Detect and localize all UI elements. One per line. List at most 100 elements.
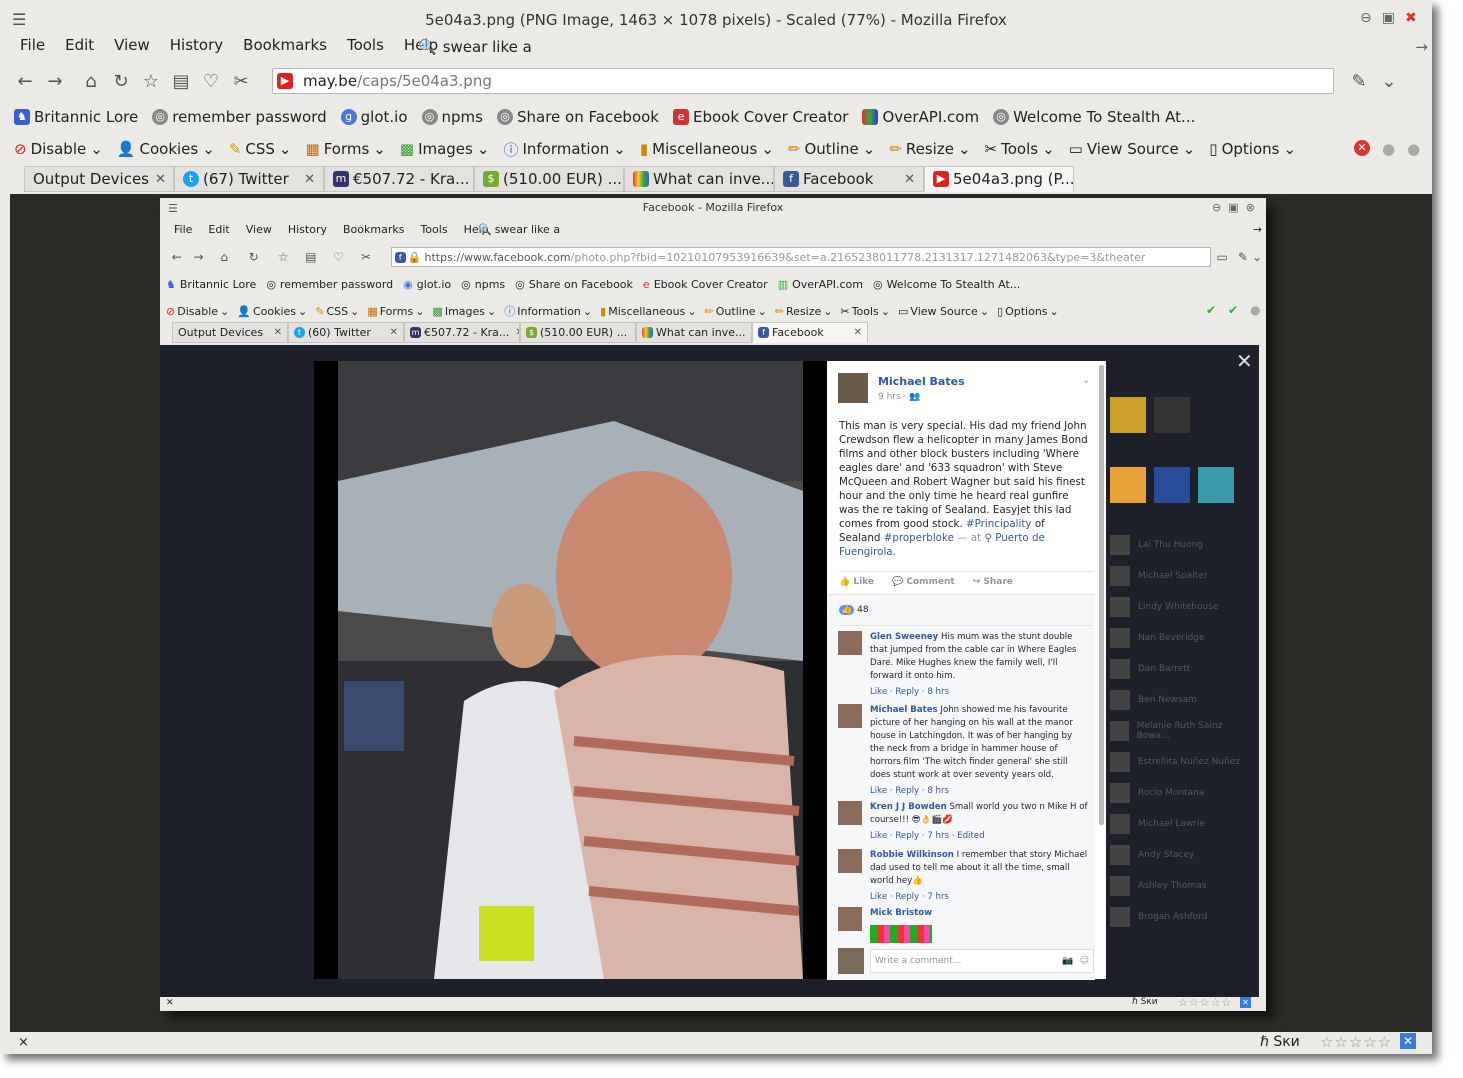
minimize-icon[interactable]: ⊖ bbox=[1212, 201, 1221, 214]
wd-cookies-menu[interactable]: 👤 Cookies ⌄ bbox=[237, 303, 307, 319]
wd-outline-menu[interactable]: ✏ Outline ⌄ bbox=[788, 140, 875, 158]
chat-contact[interactable]: Lai Thu Huong bbox=[1110, 529, 1250, 560]
back-icon[interactable]: ← bbox=[166, 250, 188, 264]
chat-contact[interactable]: Melanie Ruth Sainz Bowa... bbox=[1110, 715, 1250, 746]
home-icon[interactable]: ⌂ bbox=[209, 250, 239, 264]
wd-forms-menu[interactable]: ▦ Forms ⌄ bbox=[306, 140, 386, 158]
bookmark-item[interactable]: ◎ Share on Facebook bbox=[497, 108, 659, 126]
wd-resize-menu[interactable]: ✏ Resize ⌄ bbox=[889, 140, 970, 158]
comment-input[interactable]: Write a comment... 📷 ☺ bbox=[870, 949, 1094, 973]
chat-contact[interactable]: Andy Stacey bbox=[1110, 839, 1250, 870]
close-tab-icon[interactable]: ✕ bbox=[304, 172, 315, 187]
chat-contact[interactable]: Brogan Ashford bbox=[1110, 901, 1250, 932]
maximize-icon[interactable]: ▣ bbox=[1228, 201, 1238, 214]
commenter-name[interactable]: Mick Bristow bbox=[870, 908, 932, 918]
commenter-avatar[interactable] bbox=[838, 704, 862, 728]
extension-icon[interactable]: ✎ bbox=[1344, 66, 1374, 96]
search-go-icon[interactable]: → bbox=[1253, 223, 1262, 236]
menu-tools[interactable]: Tools bbox=[412, 223, 455, 236]
chat-contact[interactable]: Ashley Thomas bbox=[1110, 870, 1250, 901]
bookmark-item[interactable]: ◎ npms bbox=[461, 278, 505, 291]
scissors-icon[interactable]: ✂ bbox=[353, 250, 379, 264]
bookmark-item[interactable]: ◎ remember password bbox=[266, 278, 393, 291]
wd-outline-menu[interactable]: ✏ Outline ⌄ bbox=[705, 303, 767, 319]
chat-contact[interactable]: Lindy Whitehouse bbox=[1110, 591, 1250, 622]
wd-disable-menu[interactable]: ⊘ Disable ⌄ bbox=[14, 140, 103, 158]
chat-contact[interactable]: Rocio Montana bbox=[1110, 777, 1250, 808]
bookmark-star-icon[interactable]: ☆ bbox=[136, 66, 166, 96]
wd-miscellaneous-menu[interactable]: ▮ Miscellaneous ⌄ bbox=[600, 303, 696, 319]
tab-twitter[interactable]: t (67) Twitter ✕ bbox=[174, 166, 324, 192]
bookmark-item[interactable]: ◎ Share on Facebook bbox=[515, 278, 633, 291]
check-icon[interactable]: ✔ bbox=[1206, 303, 1216, 317]
tab-kraken[interactable]: m€507.72 - Kra...✕ bbox=[324, 166, 474, 192]
tab-kraken[interactable]: m€507.72 - Kra...✕ bbox=[404, 322, 520, 343]
commenter-name[interactable]: Glen Sweeney bbox=[870, 632, 938, 642]
hamburger-menu-icon[interactable]: ☰ bbox=[168, 202, 178, 215]
wd-images-menu[interactable]: ▩ Images ⌄ bbox=[432, 303, 496, 319]
close-tab-icon[interactable]: ✕ bbox=[274, 327, 282, 338]
emoji-icon[interactable]: ☺ bbox=[1080, 956, 1089, 966]
menu-edit[interactable]: Edit bbox=[55, 36, 104, 54]
menu-view[interactable]: View bbox=[238, 223, 280, 236]
status-dot-icon[interactable]: ● bbox=[1407, 140, 1420, 158]
hashtag-link[interactable]: #Principality bbox=[966, 518, 1032, 530]
menu-file[interactable]: File bbox=[166, 223, 200, 236]
tab-eur[interactable]: $(510.00 EUR) ...✕ bbox=[520, 322, 636, 343]
bookmark-item[interactable]: ◎ remember password bbox=[152, 108, 327, 126]
extension-icon[interactable]: ✎ bbox=[1238, 250, 1248, 264]
menu-tools[interactable]: Tools bbox=[337, 36, 394, 54]
menu-view[interactable]: View bbox=[104, 36, 160, 54]
bookmark-item[interactable]: OverAPI.com bbox=[862, 108, 979, 126]
wd-images-menu[interactable]: ▩ Images ⌄ bbox=[400, 140, 490, 158]
rating-stars[interactable]: ☆☆☆☆☆ bbox=[1178, 996, 1232, 1009]
reload-icon[interactable]: ↻ bbox=[239, 250, 269, 264]
url-bar[interactable]: ▶ may.be/caps/5e04a3.png bbox=[272, 68, 1334, 94]
menu-file[interactable]: File bbox=[10, 36, 55, 54]
wd-disable-menu[interactable]: ⊘ Disable ⌄ bbox=[166, 303, 229, 319]
wd-information-menu[interactable]: ⓘ Information ⌄ bbox=[504, 303, 592, 319]
status-close-icon[interactable]: ✕ bbox=[166, 998, 174, 1008]
commenter-name[interactable]: Kren J J Bowden bbox=[870, 802, 947, 812]
menu-bookmarks[interactable]: Bookmarks bbox=[335, 223, 412, 236]
comment-meta[interactable]: Like · Reply · 8 hrs bbox=[870, 785, 1088, 798]
close-tab-icon[interactable]: ✕ bbox=[390, 327, 398, 338]
wd-options-menu[interactable]: ▯ Options ⌄ bbox=[1209, 140, 1296, 158]
likes-count[interactable]: 👍 48 bbox=[839, 605, 869, 615]
wd-options-menu[interactable]: ▯ Options ⌄ bbox=[997, 303, 1059, 319]
commenter-avatar[interactable] bbox=[838, 801, 862, 825]
error-icon[interactable]: ✕ bbox=[1354, 140, 1370, 156]
tab-output-devices[interactable]: Output Devices ✕ bbox=[172, 322, 288, 343]
bookmark-item[interactable]: ◎ Welcome To Stealth At... bbox=[873, 278, 1020, 291]
menu-history[interactable]: History bbox=[280, 223, 335, 236]
wd-tools-menu[interactable]: ✂ Tools ⌄ bbox=[985, 140, 1055, 158]
chat-contact[interactable]: Estrellita Nuñez Nuñez bbox=[1110, 746, 1250, 777]
close-tab-icon[interactable]: ✕ bbox=[904, 172, 915, 187]
author-avatar[interactable] bbox=[838, 373, 868, 403]
pocket-icon[interactable]: ♡ bbox=[196, 66, 226, 96]
tab-facebook-active[interactable]: f Facebook ✕ bbox=[752, 322, 868, 343]
close-window-icon[interactable]: ✖ bbox=[1405, 10, 1417, 26]
bookmark-item[interactable]: ◎ Welcome To Stealth At... bbox=[993, 108, 1195, 126]
bookmark-item[interactable]: ♞ Britannic Lore bbox=[14, 108, 138, 126]
menu-bookmarks[interactable]: Bookmarks bbox=[233, 36, 337, 54]
tab-what-can[interactable]: What can inve...✕ bbox=[624, 166, 774, 192]
scissors-icon[interactable]: ✂ bbox=[226, 66, 256, 96]
pocket-icon[interactable]: ♡ bbox=[324, 250, 354, 264]
addon-icon[interactable]: ✕ bbox=[1400, 1033, 1416, 1049]
chat-contact[interactable]: Michael Spalter bbox=[1110, 560, 1250, 591]
forward-icon[interactable]: → bbox=[188, 250, 210, 264]
wd-resize-menu[interactable]: ✏ Resize ⌄ bbox=[775, 303, 833, 319]
rating-stars[interactable]: ☆☆☆☆☆ bbox=[1320, 1033, 1392, 1051]
tab-facebook[interactable]: f Facebook ✕ bbox=[774, 166, 924, 192]
wd-tools-menu[interactable]: ✂ Tools ⌄ bbox=[840, 303, 890, 319]
check-icon[interactable]: ✔ bbox=[1228, 303, 1238, 317]
status-close-icon[interactable]: × bbox=[18, 1035, 29, 1050]
tab-output-devices[interactable]: Output Devices ✕ bbox=[24, 166, 174, 192]
search-bar[interactable]: 🔍 swear like a → bbox=[418, 36, 1428, 58]
wd-css-menu[interactable]: ✎ CSS ⌄ bbox=[315, 303, 359, 319]
tab-image-active[interactable]: ▶5e04a3.png (P...✕ bbox=[924, 166, 1074, 192]
bookmark-item[interactable]: ◉ glot.io bbox=[403, 278, 451, 291]
search-input[interactable]: swear like a bbox=[495, 223, 560, 236]
search-input[interactable]: swear like a bbox=[443, 38, 532, 56]
